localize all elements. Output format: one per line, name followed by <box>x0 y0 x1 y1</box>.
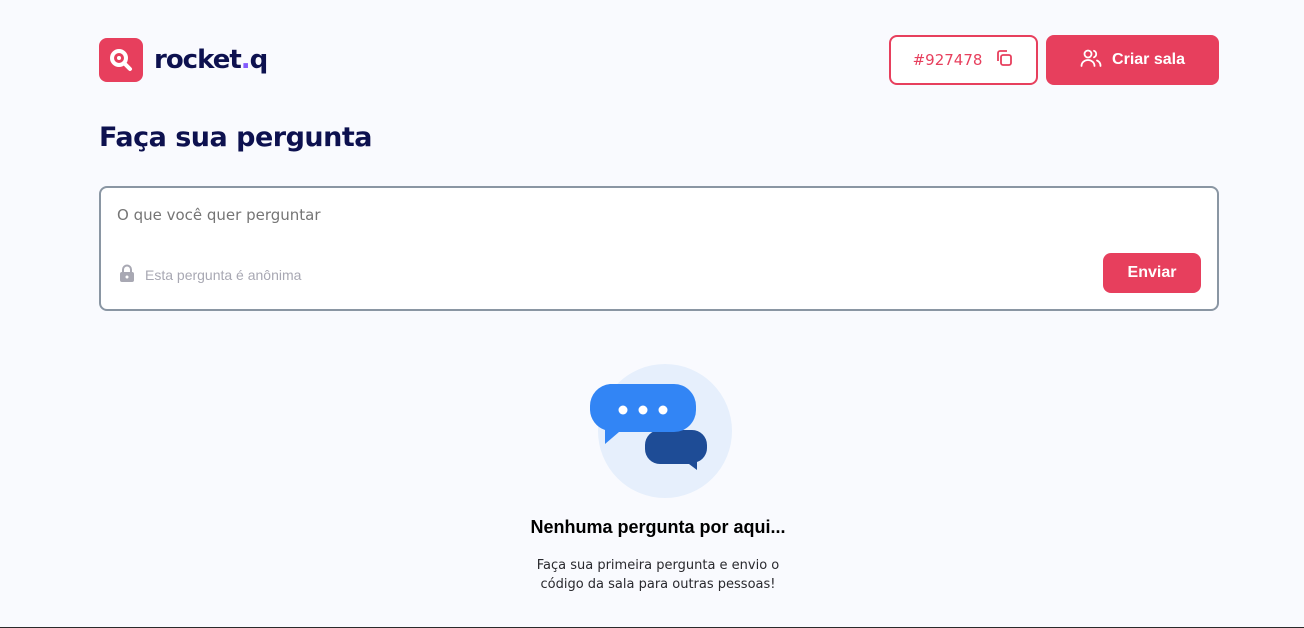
question-input[interactable] <box>117 206 1017 224</box>
room-code-text: #927478 <box>912 51 983 69</box>
lock-icon <box>119 264 135 285</box>
logo-text-main: rocket <box>154 45 242 75</box>
room-code-button[interactable]: #927478 <box>889 35 1038 85</box>
create-room-label: Criar sala <box>1112 51 1185 68</box>
rocketq-logo-icon <box>99 38 143 82</box>
chat-bubbles-icon <box>589 362 735 499</box>
logo-text: rocket.q <box>154 45 269 75</box>
page-title: Faça sua pergunta <box>99 122 372 153</box>
copy-icon <box>994 48 1014 73</box>
header-actions: #927478 Criar sala <box>889 35 1219 85</box>
empty-state-description: Faça sua primeira pergunta e envio o cód… <box>528 556 788 594</box>
empty-state-title: Nenhuma pergunta por aqui... <box>530 517 786 537</box>
empty-state-description-line2: código da sala para outras pessoas! <box>540 577 776 592</box>
header: rocket.q #927478 Criar sala <box>99 35 1219 85</box>
logo-text-end: q <box>249 45 269 75</box>
empty-state-description-line1: Faça sua primeira pergunta e envio o <box>536 558 780 573</box>
logo[interactable]: rocket.q <box>99 38 269 82</box>
users-icon <box>1080 48 1102 73</box>
send-button[interactable]: Enviar <box>1103 253 1201 293</box>
create-room-button[interactable]: Criar sala <box>1046 35 1219 85</box>
anonymous-note: Esta pergunta é anônima <box>119 264 301 285</box>
question-form: Esta pergunta é anônima Enviar <box>99 186 1219 311</box>
anonymous-label: Esta pergunta é anônima <box>145 266 302 283</box>
logo-text-dot: . <box>240 45 251 75</box>
